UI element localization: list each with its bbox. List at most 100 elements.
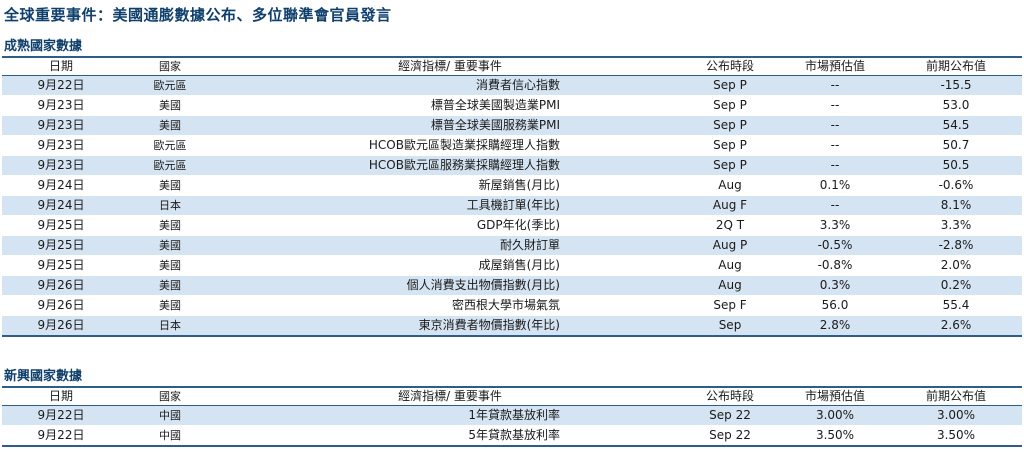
cell-event: 新屋銷售(月比) [220, 175, 680, 196]
cell-country: 美國 [120, 175, 220, 196]
cell-date: 9月23日 [2, 155, 120, 176]
table-row: 9月23日 美國 標普全球美國製造業PMI Sep P -- 53.0 [2, 95, 1022, 116]
cell-event: 標普全球美國製造業PMI [220, 95, 680, 116]
cell-date: 9月26日 [2, 315, 120, 337]
cell-estimate: 2.8% [780, 315, 890, 337]
cell-period: Aug [680, 175, 780, 196]
header-estimate: 市場預估值 [780, 58, 890, 76]
cell-event: 工具機訂單(年比) [220, 195, 680, 216]
cell-date: 9月22日 [2, 425, 120, 447]
cell-country: 美國 [120, 215, 220, 236]
cell-previous: 2.0% [890, 255, 1022, 276]
table-header-row: 日期 國家 經濟指標/ 重要事件 公布時段 市場預估值 前期公布值 [2, 58, 1022, 76]
cell-previous: -0.6% [890, 175, 1022, 196]
table-header-row: 日期 國家 經濟指標/ 重要事件 公布時段 市場預估值 前期公布值 [2, 388, 1022, 406]
cell-event: 消費者信心指數 [220, 75, 680, 96]
cell-event: 個人消費支出物價指數(月比) [220, 275, 680, 296]
table-row: 9月23日 歐元區 HCOB歐元區服務業採購經理人指數 Sep P -- 50.5 [2, 155, 1022, 176]
cell-country: 美國 [120, 255, 220, 276]
header-estimate: 市場預估值 [780, 388, 890, 406]
cell-country: 美國 [120, 295, 220, 316]
developed-table: 日期 國家 經濟指標/ 重要事件 公布時段 市場預估值 前期公布值 9月22日歐… [2, 58, 1022, 337]
cell-country: 中國 [120, 405, 220, 426]
cell-date: 9月22日 [2, 405, 120, 426]
cell-date: 9月24日 [2, 175, 120, 196]
table-row: 9月26日 美國 密西根大學市場氣氛 Sep F 56.0 55.4 [2, 295, 1022, 316]
table-row: 9月25日 美國 耐久財訂單 Aug P -0.5% -2.8% [2, 235, 1022, 256]
cell-estimate: 0.3% [780, 275, 890, 296]
cell-country: 歐元區 [120, 75, 220, 96]
developed-section: 成熟國家數據 日期 國家 經濟指標/ 重要事件 公布時段 市場預估值 前期公布值… [0, 38, 1024, 337]
cell-event: 耐久財訂單 [220, 235, 680, 256]
table-row: 9月26日 日本 東京消費者物價指數(年比) Sep 2.8% 2.6% [2, 315, 1022, 337]
cell-date: 9月23日 [2, 135, 120, 156]
cell-estimate: 0.1% [780, 175, 890, 196]
cell-estimate: 3.00% [780, 405, 890, 426]
table-row: 9月26日 美國 個人消費支出物價指數(月比) Aug 0.3% 0.2% [2, 275, 1022, 296]
cell-previous: 3.00% [890, 405, 1022, 426]
cell-estimate: 3.50% [780, 425, 890, 447]
cell-estimate: -0.5% [780, 235, 890, 256]
cell-period: Sep P [680, 135, 780, 156]
cell-date: 9月22日 [2, 75, 120, 96]
header-date: 日期 [2, 388, 120, 406]
cell-country: 美國 [120, 235, 220, 256]
table-row: 9月22日 中國 5年貸款基放利率 Sep 22 3.50% 3.50% [2, 425, 1022, 447]
cell-country: 美國 [120, 275, 220, 296]
cell-period: Sep [680, 315, 780, 337]
cell-event: HCOB歐元區服務業採購經理人指數 [220, 155, 680, 176]
cell-event: 成屋銷售(月比) [220, 255, 680, 276]
cell-country: 日本 [120, 195, 220, 216]
cell-date: 9月25日 [2, 235, 120, 256]
cell-estimate: 56.0 [780, 295, 890, 316]
table-row: 9月22日 歐元區 消費者信心指數 Sep P -- -15.5 [2, 75, 1022, 96]
emerging-table: 日期 國家 經濟指標/ 重要事件 公布時段 市場預估值 前期公布值 9月22日中… [2, 388, 1022, 447]
cell-country: 中國 [120, 425, 220, 447]
table-row: 9月24日 日本 工具機訂單(年比) Aug F -- 8.1% [2, 195, 1022, 216]
cell-period: Aug [680, 255, 780, 276]
cell-previous: 2.6% [890, 315, 1022, 337]
cell-country: 歐元區 [120, 135, 220, 156]
cell-estimate: 3.3% [780, 215, 890, 236]
header-previous: 前期公布值 [890, 388, 1022, 406]
cell-date: 9月23日 [2, 95, 120, 116]
cell-previous: -15.5 [890, 75, 1022, 96]
cell-date: 9月25日 [2, 255, 120, 276]
table-row: 9月24日 美國 新屋銷售(月比) Aug 0.1% -0.6% [2, 175, 1022, 196]
cell-event: 5年貸款基放利率 [220, 425, 680, 447]
cell-country: 美國 [120, 95, 220, 116]
table-row: 9月25日 美國 成屋銷售(月比) Aug -0.8% 2.0% [2, 255, 1022, 276]
cell-previous: 3.3% [890, 215, 1022, 236]
cell-estimate: -- [780, 155, 890, 176]
cell-period: Sep P [680, 115, 780, 136]
page-title: 全球重要事件：美國通膨數據公布、多位聯準會官員發言 [4, 6, 392, 24]
developed-table-body: 9月22日 歐元區 消費者信心指數 Sep P -- -15.5 9月23日 美國 標普全球美國… [2, 75, 1022, 337]
cell-previous: 54.5 [890, 115, 1022, 136]
emerging-section-title: 新興國家數據 [4, 369, 83, 384]
cell-date: 9月23日 [2, 115, 120, 136]
table-row: 9月25日 美國 GDP年化(季比) 2Q T 3.3% 3.3% [2, 215, 1022, 236]
cell-country: 美國 [120, 115, 220, 136]
cell-period: Sep F [680, 295, 780, 316]
cell-event: HCOB歐元區製造業採購經理人指數 [220, 135, 680, 156]
cell-period: Sep P [680, 155, 780, 176]
cell-period: Sep 22 [680, 425, 780, 447]
cell-estimate: -- [780, 75, 890, 96]
cell-previous: 0.2% [890, 275, 1022, 296]
cell-event: 1年貸款基放利率 [220, 405, 680, 426]
cell-period: Sep P [680, 95, 780, 116]
cell-event: 東京消費者物價指數(年比) [220, 315, 680, 337]
cell-previous: 50.5 [890, 155, 1022, 176]
header-event: 經濟指標/ 重要事件 [220, 58, 680, 76]
cell-previous: 50.7 [890, 135, 1022, 156]
cell-period: Sep 22 [680, 405, 780, 426]
cell-previous: -2.8% [890, 235, 1022, 256]
cell-period: Aug [680, 275, 780, 296]
cell-previous: 55.4 [890, 295, 1022, 316]
cell-previous: 53.0 [890, 95, 1022, 116]
header-country: 國家 [120, 388, 220, 406]
cell-estimate: -- [780, 95, 890, 116]
cell-previous: 3.50% [890, 425, 1022, 447]
cell-estimate: -- [780, 115, 890, 136]
table-row: 9月23日 歐元區 HCOB歐元區製造業採購經理人指數 Sep P -- 50.7 [2, 135, 1022, 156]
